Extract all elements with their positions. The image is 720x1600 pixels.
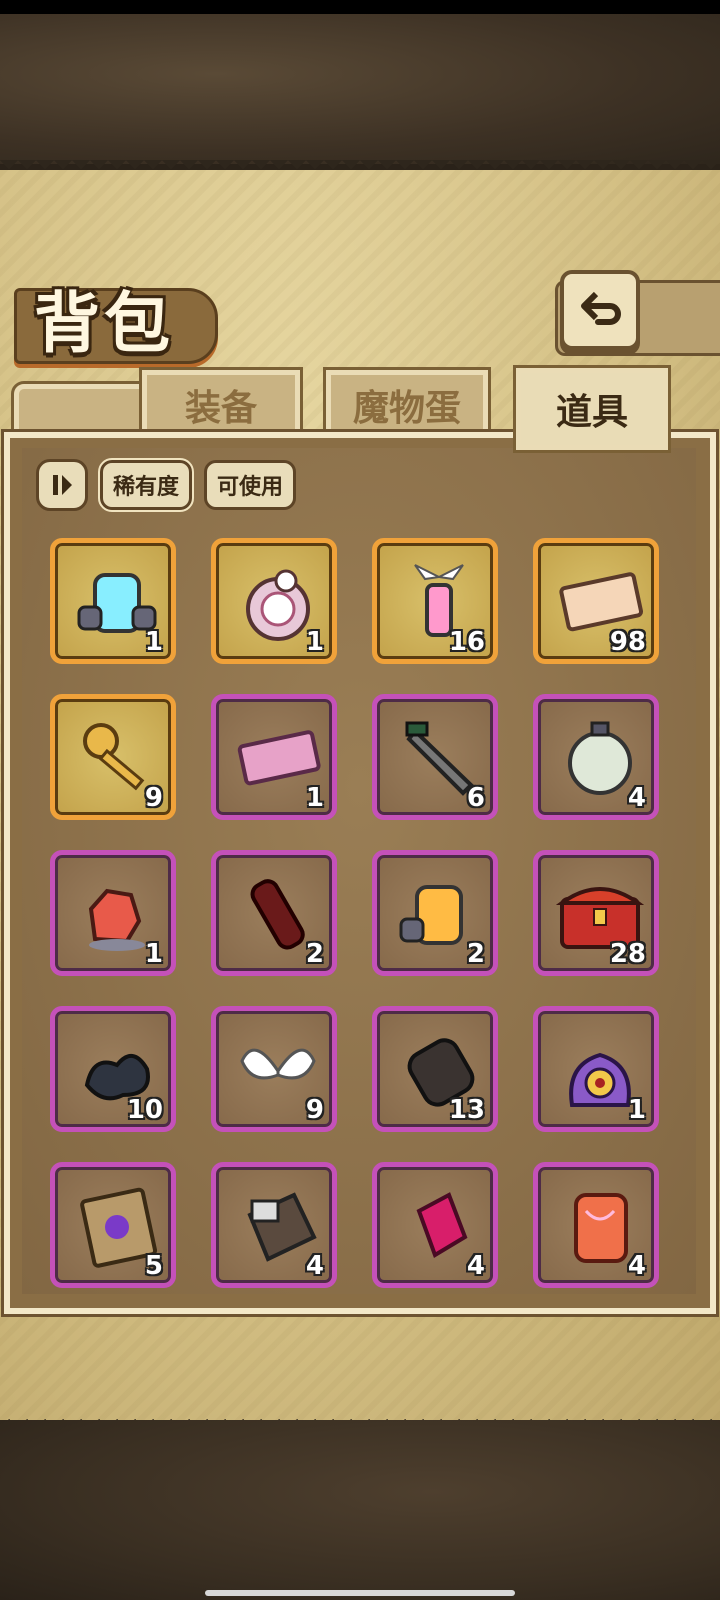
inventory-item[interactable]: 1 — [50, 538, 176, 664]
inventory-item[interactable]: 4 — [533, 1162, 659, 1288]
item-quantity: 98 — [609, 627, 646, 657]
filter-rarity-label: 稀有度 — [113, 475, 180, 500]
item-quantity: 4 — [305, 1251, 324, 1281]
item-quantity: 4 — [466, 1251, 485, 1281]
page-title: 背包 — [34, 285, 174, 362]
item-quantity: 1 — [144, 939, 163, 969]
item-quantity: 16 — [448, 627, 485, 657]
filter-rarity-button[interactable]: 稀有度 — [97, 458, 195, 512]
item-quantity: 1 — [627, 1095, 646, 1125]
inventory-item[interactable]: 1 — [50, 850, 176, 976]
item-quantity: 13 — [448, 1095, 485, 1125]
tab-equipment[interactable]: 装备 — [139, 367, 303, 443]
inventory-item[interactable]: 2 — [372, 850, 498, 976]
status-bar — [0, 0, 720, 14]
inventory-item[interactable]: 4 — [372, 1162, 498, 1288]
back-button[interactable] — [560, 270, 640, 350]
item-quantity: 6 — [466, 783, 485, 813]
item-quantity: 2 — [466, 939, 485, 969]
item-grid: 1 1 16 98 9 1 6 4 1 2 2 28 10 9 13 1 5 4 4 4 — [50, 538, 665, 1288]
item-quantity: 5 — [144, 1251, 163, 1281]
tab-monster-eggs[interactable]: 魔物蛋 — [323, 367, 491, 443]
item-quantity: 1 — [305, 627, 324, 657]
inventory-item[interactable]: 16 — [372, 538, 498, 664]
inventory-item[interactable]: 10 — [50, 1006, 176, 1132]
item-quantity: 28 — [609, 939, 646, 969]
inventory-item[interactable]: 9 — [50, 694, 176, 820]
tab-items-label: 道具 — [555, 392, 628, 433]
bottom-map-background — [0, 1420, 720, 1600]
inventory-item[interactable]: 4 — [533, 694, 659, 820]
sort-order-icon — [53, 475, 72, 495]
inventory-item[interactable]: 2 — [211, 850, 337, 976]
filter-row: 稀有度 可使用 — [36, 458, 297, 512]
item-quantity: 1 — [305, 783, 324, 813]
inventory-item[interactable]: 4 — [211, 1162, 337, 1288]
tab-monster-eggs-label: 魔物蛋 — [352, 388, 461, 429]
inventory-frame: 稀有度 可使用 1 1 16 98 9 1 6 4 1 2 2 28 10 9 13 1 5 4 4 4 — [1, 429, 719, 1317]
sort-toggle-button[interactable] — [36, 459, 88, 511]
inventory-item[interactable]: 1 — [211, 538, 337, 664]
inventory-item[interactable]: 9 — [211, 1006, 337, 1132]
filter-usable-label: 可使用 — [217, 475, 284, 500]
item-quantity: 4 — [627, 1251, 646, 1281]
item-quantity: 4 — [627, 783, 646, 813]
inventory-item[interactable]: 98 — [533, 538, 659, 664]
back-arrow-icon — [581, 291, 621, 325]
inventory-item[interactable]: 1 — [211, 694, 337, 820]
item-quantity: 9 — [144, 783, 163, 813]
item-quantity: 10 — [126, 1095, 163, 1125]
inventory-item[interactable]: 28 — [533, 850, 659, 976]
inventory-item[interactable]: 1 — [533, 1006, 659, 1132]
inventory-item[interactable]: 6 — [372, 694, 498, 820]
filter-usable-button[interactable]: 可使用 — [204, 460, 297, 510]
inventory-panel[interactable]: 稀有度 可使用 1 1 16 98 9 1 6 4 1 2 2 28 10 9 13 1 5 4 4 4 — [22, 448, 696, 1294]
inventory-item[interactable]: 13 — [372, 1006, 498, 1132]
item-quantity: 1 — [144, 627, 163, 657]
inventory-item[interactable]: 5 — [50, 1162, 176, 1288]
tab-equipment-label: 装备 — [184, 388, 257, 429]
top-map-background — [0, 14, 720, 164]
item-quantity: 2 — [305, 939, 324, 969]
home-indicator[interactable] — [205, 1590, 515, 1596]
top-torn-edge — [0, 160, 720, 178]
tab-items[interactable]: 道具 — [513, 365, 671, 453]
item-quantity: 9 — [305, 1095, 324, 1125]
